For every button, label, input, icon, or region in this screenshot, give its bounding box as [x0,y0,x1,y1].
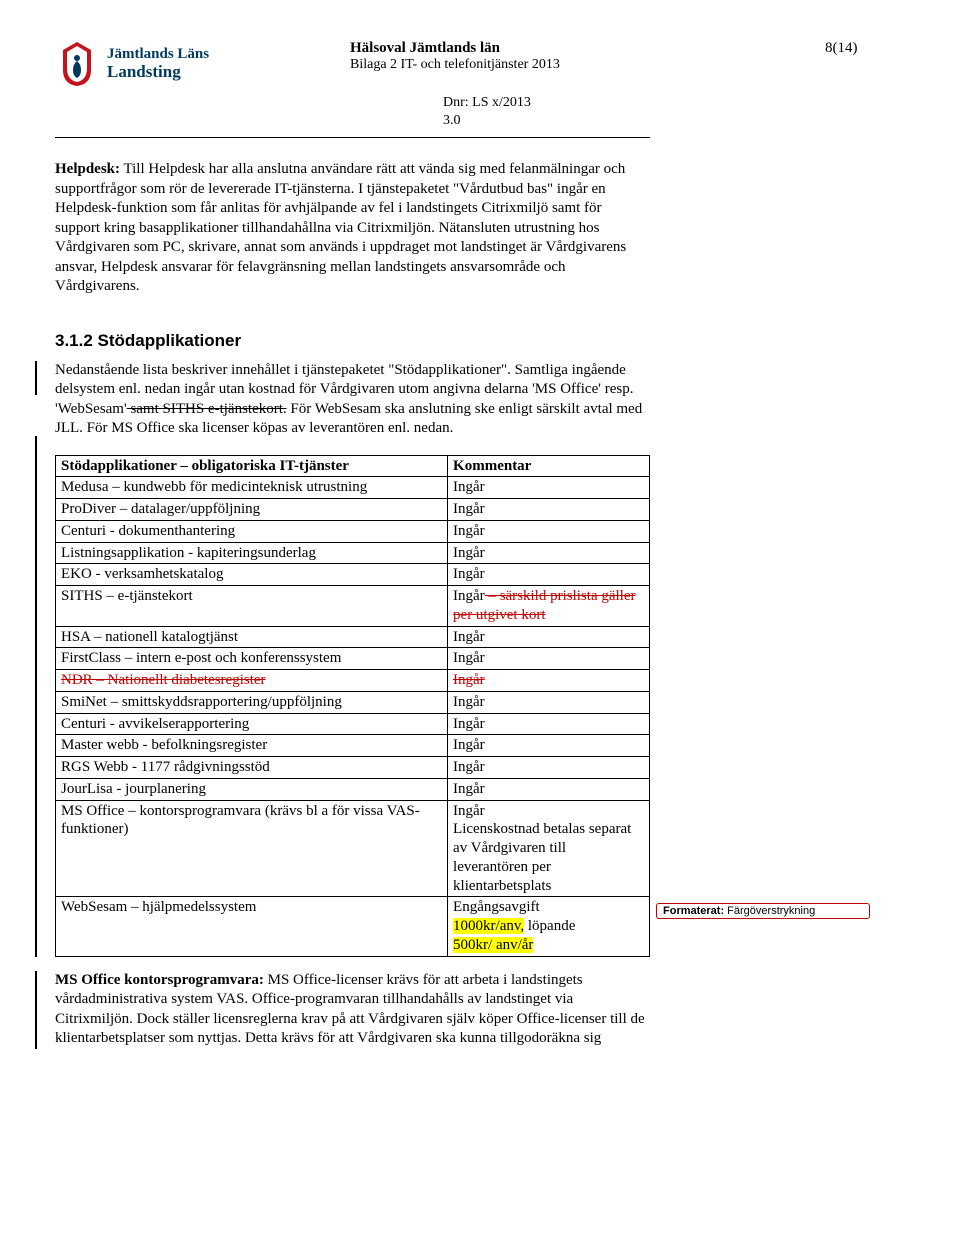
table-row: RGS Webb - 1177 rådgivningsstödIngår [56,757,650,779]
table-row: Medusa – kundwebb för medicinteknisk utr… [56,477,650,499]
table-row: Master webb - befolkningsregisterIngår [56,735,650,757]
highlight: 500kr/ anv/år [453,937,533,953]
table-row: JourLisa - jourplaneringIngår [56,778,650,800]
table-row: FirstClass – intern e-post och konferens… [56,648,650,670]
page-number: 8(14) [825,40,905,57]
header-center: Hälsoval Jämtlands län Bilaga 2 IT- och … [350,40,825,73]
para-msoffice-lead: MS Office kontorsprogramvara: [55,972,264,988]
dnr-line1: Dnr: LS x/2013 [443,94,905,112]
change-bar-icon [35,971,37,1049]
table-row-websesam: WebSesam – hjälpmedelssystem Engångsavgi… [56,897,650,956]
para-stod-strike: samt SITHS e-tjänstekort. [127,401,287,417]
comment-body: Färgöverstrykning [724,905,815,917]
table-row-ndr: NDR – Nationellt diabetesregister Ingår [56,670,650,692]
table-row: HSA – nationell katalogtjänstIngår [56,626,650,648]
table-row: Centuri - dokumenthanteringIngår [56,520,650,542]
table-row: SmiNet – smittskyddsrapportering/uppfölj… [56,691,650,713]
page-header: Jämtlands Läns Landsting Hälsoval Jämtla… [55,40,905,88]
header-separator [55,137,650,138]
logo-text-2: Landsting [107,63,209,82]
table-row-msoffice: MS Office – kontorsprogramvara (krävs bl… [56,800,650,897]
dnr-line2: 3.0 [443,112,905,130]
highlight: 1000kr/anv, [453,918,524,934]
table-row-siths: SITHS – e-tjänstekort Ingår – särskild p… [56,586,650,627]
para-helpdesk: Helpdesk: Till Helpdesk har alla anslutn… [55,160,650,297]
comment-callout: Formaterat: Färgöverstrykning [656,903,870,919]
table-row: Listningsapplikation - kapiteringsunderl… [56,542,650,564]
comment-lead: Formaterat: [663,905,724,917]
table-row: ProDiver – datalager/uppföljningIngår [56,499,650,521]
para-helpdesk-body: Till Helpdesk har alla anslutna användar… [55,161,626,294]
para-helpdesk-lead: Helpdesk: [55,161,120,177]
services-table: Stödapplikationer – obligatoriska IT-tjä… [55,455,650,957]
para-msoffice-footer: MS Office kontorsprogramvara: MS Office-… [55,971,650,1049]
logo-icon [55,40,99,88]
logo: Jämtlands Läns Landsting [55,40,350,88]
change-bar-icon [35,361,37,395]
logo-text-1: Jämtlands Läns [107,46,209,63]
doc-subtitle: Bilaga 2 IT- och telefonitjänster 2013 [350,57,825,73]
dnr-block: Dnr: LS x/2013 3.0 [443,94,905,129]
table-head-left: Stödapplikationer – obligatoriska IT-tjä… [56,455,448,477]
table-row: Centuri - avvikelserapporteringIngår [56,713,650,735]
change-bar-icon [35,455,37,957]
section-heading: 3.1.2 Stödapplikationer [55,331,905,351]
table-row: EKO - verksamhetskatalogIngår [56,564,650,586]
table-head-right: Kommentar [448,455,650,477]
doc-title: Hälsoval Jämtlands län [350,40,825,57]
para-stodapplikationer: Nedanstående lista beskriver innehållet … [55,361,650,439]
